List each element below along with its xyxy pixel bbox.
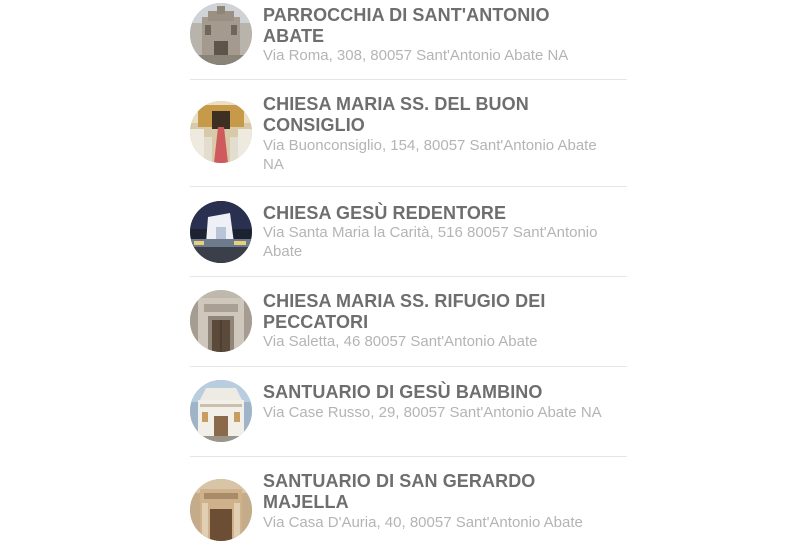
list-item[interactable]: CHIESA MARIA SS. DEL BUON CONSIGLIO Via … bbox=[190, 80, 627, 187]
list-item[interactable]: CHIESA MARIA SS. RIFUGIO DEI PECCATORI V… bbox=[190, 277, 627, 367]
church-address: Via Case Russo, 29, 80057 Sant'Antonio A… bbox=[263, 404, 602, 421]
church-name: CHIESA GESÙ REDENTORE bbox=[263, 203, 507, 223]
church-interior-photo bbox=[190, 101, 252, 163]
church-name: SANTUARIO DI SAN GERARDO MAJELLA bbox=[263, 471, 536, 512]
church-address: Via Casa D'Auria, 40, 80057 Sant'Antonio… bbox=[263, 514, 583, 531]
church-address: Via Roma, 308, 80057 Sant'Antonio Abate … bbox=[263, 47, 569, 64]
list-item[interactable]: PARROCCHIA DI SANT'ANTONIO ABATE Via Rom… bbox=[190, 0, 627, 80]
list-item[interactable]: SANTUARIO DI SAN GERARDO MAJELLA Via Cas… bbox=[190, 457, 627, 541]
church-name: PARROCCHIA DI SANT'ANTONIO ABATE bbox=[263, 5, 550, 46]
church-photo bbox=[190, 3, 252, 65]
church-name: SANTUARIO DI GESÙ BAMBINO bbox=[263, 382, 543, 402]
list-item[interactable]: CHIESA GESÙ REDENTORE Via Santa Maria la… bbox=[190, 187, 627, 277]
church-name: CHIESA MARIA SS. DEL BUON CONSIGLIO bbox=[263, 94, 529, 135]
church-address: Via Buonconsiglio, 154, 80057 Sant'Anton… bbox=[263, 137, 597, 173]
church-address: Via Saletta, 46 80057 Sant'Antonio Abate bbox=[263, 333, 538, 350]
church-night-photo bbox=[190, 201, 252, 263]
church-door-photo bbox=[190, 290, 252, 352]
church-facade-photo bbox=[190, 380, 252, 442]
church-name: CHIESA MARIA SS. RIFUGIO DEI PECCATORI bbox=[263, 291, 546, 332]
church-address: Via Santa Maria la Carità, 516 80057 San… bbox=[263, 224, 598, 260]
church-facade-photo bbox=[190, 479, 252, 541]
list-item[interactable]: SANTUARIO DI GESÙ BAMBINO Via Case Russo… bbox=[190, 367, 627, 457]
